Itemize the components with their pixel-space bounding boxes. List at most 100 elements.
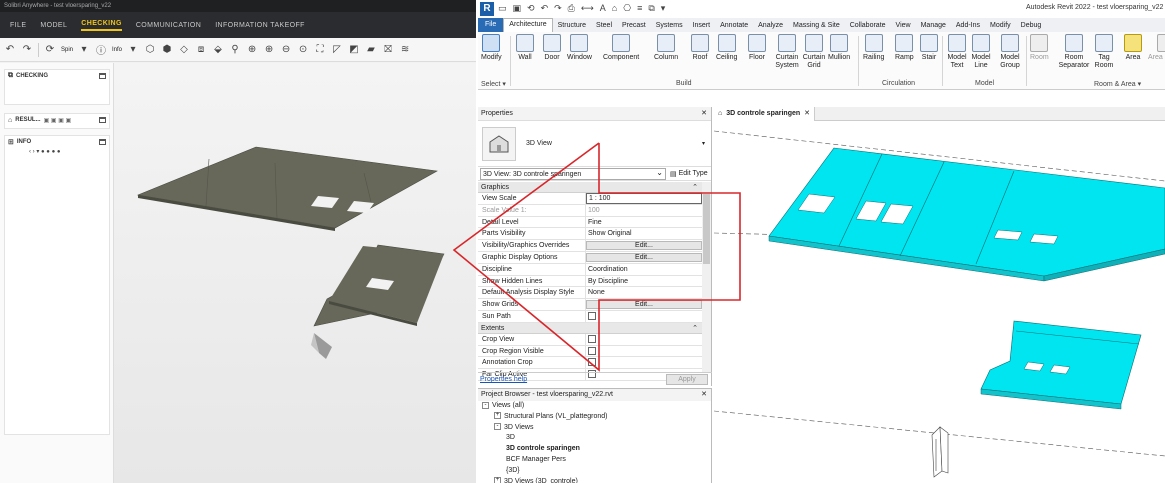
properties-scrollbar[interactable]	[702, 182, 711, 372]
menu-communication[interactable]: COMMUNICATION	[136, 22, 201, 29]
close-icon[interactable]: ✕	[701, 389, 707, 401]
door-button[interactable]: Door	[543, 34, 561, 62]
chevron-down-icon[interactable]: ▾	[78, 44, 90, 56]
section-icon[interactable]: ⛶	[314, 44, 326, 56]
ramp-button[interactable]: Ramp	[895, 34, 914, 62]
tab-debug[interactable]: Debug	[1016, 22, 1047, 29]
modify-button[interactable]: Modify	[481, 34, 502, 62]
maximize-icon[interactable]	[99, 139, 106, 145]
scrollbar-thumb[interactable]	[703, 194, 710, 264]
view-scale-input[interactable]: 1 : 100	[586, 193, 702, 204]
info-nav-controls[interactable]: ‹ › ▾ ● ● ● ●	[5, 148, 109, 155]
property-row[interactable]: Discipline Coordination	[478, 263, 702, 276]
roof-button[interactable]: Roof	[691, 34, 709, 62]
wall-button[interactable]: Wall	[516, 34, 534, 62]
browser-item[interactable]: - Views (all)	[478, 401, 711, 412]
column-button[interactable]: Column	[654, 34, 678, 62]
collapse-icon[interactable]: -	[482, 401, 489, 409]
spin-button[interactable]: Spin	[61, 47, 73, 53]
window-button[interactable]: Window	[567, 34, 592, 62]
instance-filter-dropdown[interactable]: 3D View: 3D controle sparingen	[480, 167, 666, 180]
edit-button[interactable]: Edit...	[586, 252, 702, 262]
edit-type-button[interactable]: ▤ Edit Type	[670, 170, 708, 178]
property-checkbox[interactable]	[588, 334, 596, 343]
expand-icon[interactable]: +	[494, 477, 501, 483]
layers-icon[interactable]: ≋	[399, 44, 411, 56]
tab-annotate[interactable]: Annotate	[715, 22, 753, 29]
revit-opening[interactable]	[1029, 233, 1059, 245]
tab-systems[interactable]: Systems	[651, 22, 688, 29]
revit-logo-icon[interactable]: R	[480, 2, 494, 16]
group-room-area[interactable]: Room & Area ▾	[1094, 80, 1141, 88]
cube-icon[interactable]: ⬙	[212, 44, 224, 56]
measure-icon[interactable]: ◸	[331, 44, 343, 56]
chevron-down-icon[interactable]: ▾	[127, 44, 139, 56]
zoom-fit-icon[interactable]: ⊕	[246, 44, 258, 56]
chevron-down-icon[interactable]: ▾	[702, 140, 705, 147]
close-icon[interactable]: ✕	[804, 107, 810, 121]
chevron-down-icon[interactable]: ▾	[661, 3, 666, 14]
railing-button[interactable]: Railing	[863, 34, 884, 62]
curtain-grid-button[interactable]: Curtain Grid	[801, 34, 827, 70]
redo-icon[interactable]: ↷	[554, 3, 562, 14]
mullion-button[interactable]: Mullion	[828, 34, 850, 62]
section-extents[interactable]: Extents ⌃	[478, 322, 702, 334]
open-icon[interactable]: ▭	[498, 3, 507, 14]
slice-icon[interactable]: ◩	[348, 44, 360, 56]
close-icon[interactable]: ✕	[701, 107, 707, 120]
room-separator-button[interactable]: Room Separator	[1058, 34, 1090, 70]
group-select[interactable]: Select ▾	[481, 80, 506, 88]
select-box-icon[interactable]: ⧈	[195, 44, 207, 56]
collapse-icon[interactable]: ⌃	[692, 323, 698, 333]
model-group-button[interactable]: Model Group	[998, 34, 1022, 70]
isolate-icon[interactable]: ◇	[178, 44, 190, 56]
property-row[interactable]: Crop Region Visible	[478, 345, 702, 358]
tab-add-ins[interactable]: Add-Ins	[951, 22, 985, 29]
menu-checking[interactable]: CHECKING	[81, 20, 122, 31]
browser-item[interactable]: BCF Manager Pers	[478, 455, 711, 466]
undo-icon[interactable]: ↶	[541, 3, 549, 14]
zoom-out-icon[interactable]: ⊖	[280, 44, 292, 56]
area-boundary-button[interactable]: Area Bound	[1148, 34, 1165, 62]
curtain-system-button[interactable]: Curtain System	[774, 34, 800, 70]
component-button[interactable]: Component	[603, 34, 639, 62]
edit-button[interactable]: Edit...	[586, 241, 702, 251]
browser-item[interactable]: 3D controle sparingen	[478, 444, 711, 455]
zoom-in-icon[interactable]: ⊕	[263, 44, 275, 56]
model-line-button[interactable]: Model Line	[970, 34, 992, 70]
components-icon[interactable]: ⬡	[144, 44, 156, 56]
floor-button[interactable]: Floor	[748, 34, 766, 62]
property-row[interactable]: View Scale 1 : 100	[478, 193, 702, 205]
collapse-icon[interactable]: ⌃	[692, 182, 698, 192]
collapse-icon[interactable]: -	[494, 423, 501, 431]
room-button[interactable]: Room	[1030, 34, 1049, 62]
redo-icon[interactable]: ↷	[21, 44, 33, 56]
property-row[interactable]: Annotation Crop	[478, 357, 702, 370]
3d-view-icon[interactable]: ⌂	[612, 3, 617, 14]
property-row[interactable]: Default Analysis Display Style None	[478, 287, 702, 300]
tab-collaborate[interactable]: Collaborate	[845, 22, 891, 29]
tab-structure[interactable]: Structure	[553, 22, 591, 29]
property-row[interactable]: Scale Value 1: 100	[478, 204, 702, 217]
ceiling-button[interactable]: Ceiling	[716, 34, 737, 62]
maximize-icon[interactable]	[99, 73, 106, 79]
tab-analyze[interactable]: Analyze	[753, 22, 788, 29]
zoom-window-icon[interactable]: ⊙	[297, 44, 309, 56]
revit-slab-small[interactable]	[980, 320, 1142, 410]
revit-opening[interactable]	[993, 229, 1023, 241]
property-row[interactable]: Graphic Display Options Edit...	[478, 251, 702, 264]
tab-view[interactable]: View	[891, 22, 916, 29]
hide-icon[interactable]: ⬢	[161, 44, 173, 56]
property-row[interactable]: Detail Level Fine	[478, 216, 702, 229]
tag-icon[interactable]: A	[600, 3, 606, 14]
tab-insert[interactable]: Insert	[688, 22, 716, 29]
property-row[interactable]: Visibility/Graphics Overrides Edit...	[478, 240, 702, 252]
thin-lines-icon[interactable]: ≡	[637, 3, 642, 14]
type-selector[interactable]: 3D View ▾	[478, 121, 711, 167]
model-text-button[interactable]: Model Text	[946, 34, 968, 70]
browser-item[interactable]: {3D}	[478, 466, 711, 477]
property-checkbox[interactable]	[588, 311, 596, 320]
revit-3d-canvas[interactable]	[714, 121, 1165, 483]
edit-button[interactable]: Edit...	[586, 300, 702, 310]
tab-file[interactable]: File	[478, 18, 504, 32]
